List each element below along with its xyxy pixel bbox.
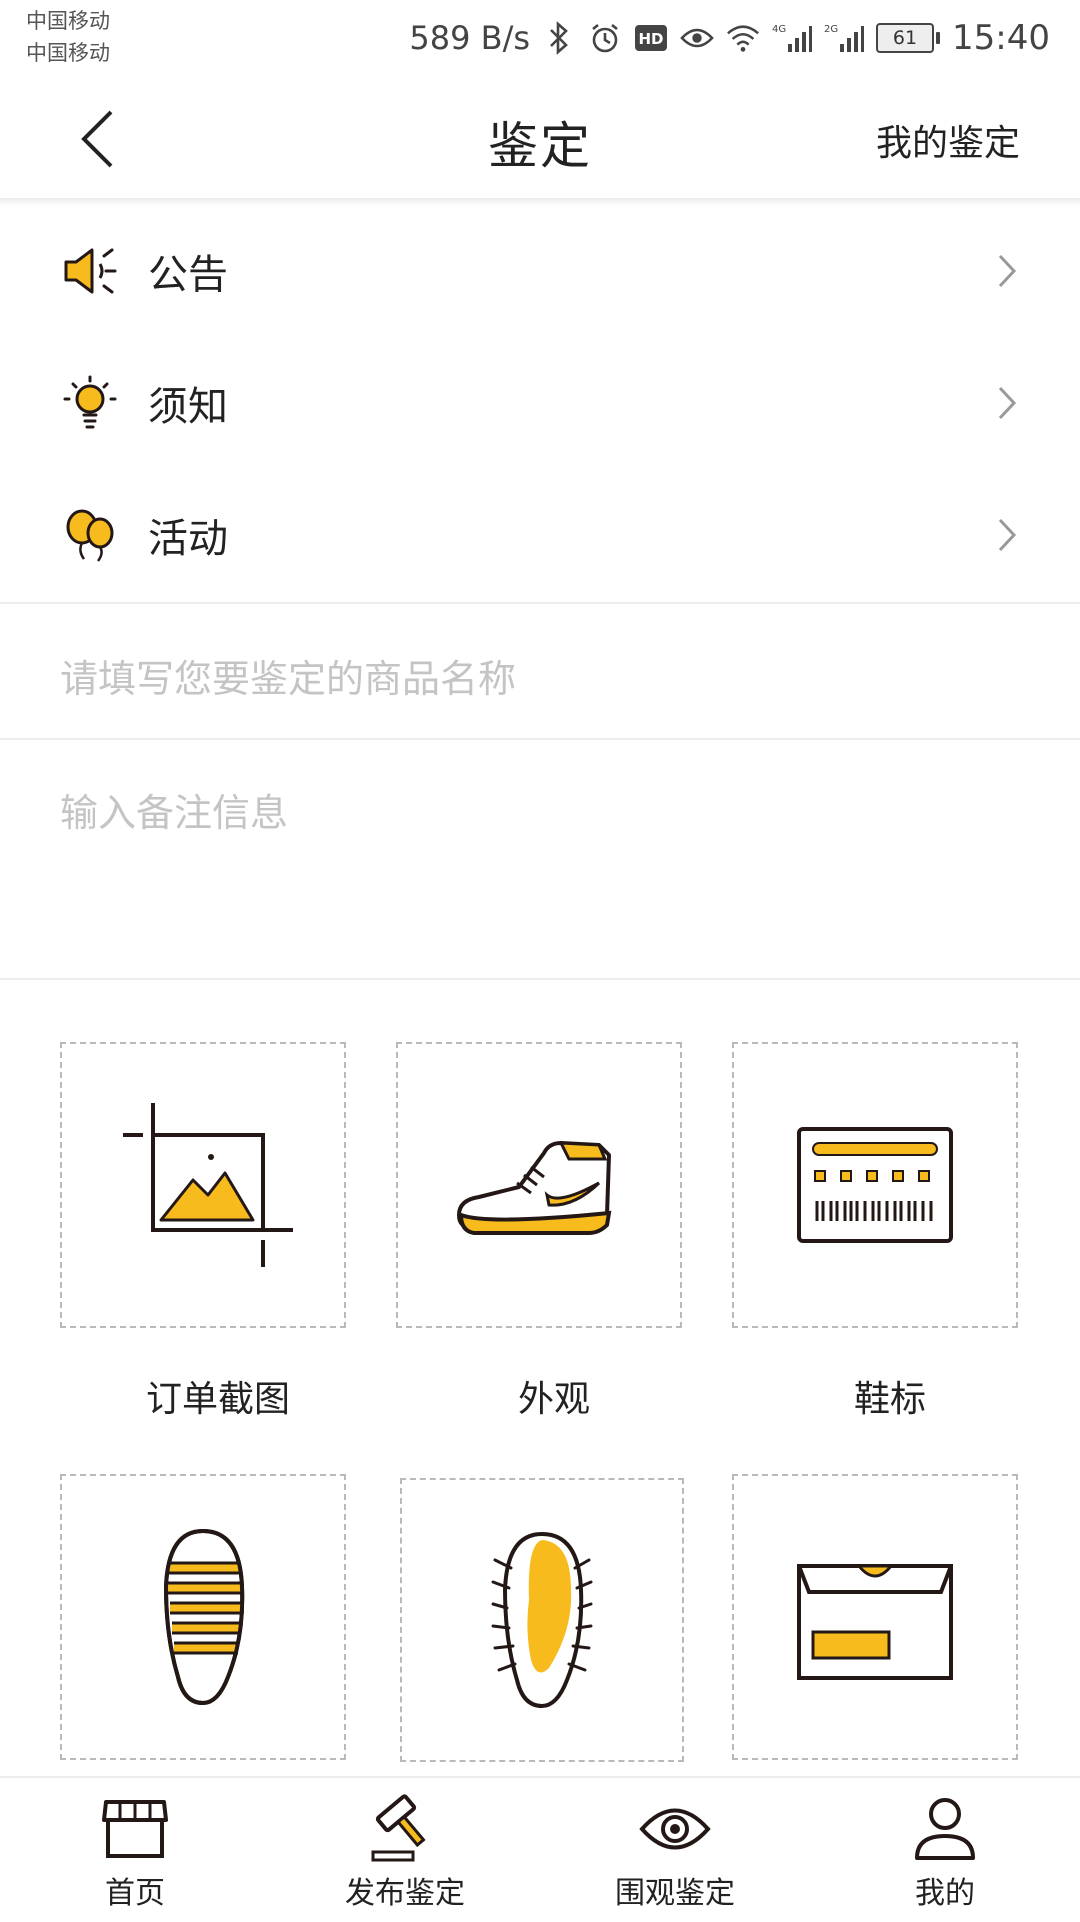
- divider: [0, 978, 1080, 980]
- upload-insole[interactable]: [400, 1478, 684, 1762]
- bluetooth-icon: [542, 21, 576, 55]
- shoe-sole-icon: [163, 1528, 245, 1706]
- screenshot-crop-icon: [123, 1103, 293, 1267]
- menu-label-activity: 活动: [148, 516, 228, 562]
- nav-bar: 鉴定 我的鉴定: [0, 78, 1080, 198]
- menu-label-announcement: 公告: [148, 252, 228, 298]
- tab-label-home: 首页: [105, 1876, 165, 1911]
- signal-2g-icon: 2G: [824, 21, 865, 55]
- balloons-icon: [60, 505, 120, 565]
- upload-shoebox[interactable]: [732, 1474, 1018, 1760]
- tab-label-watch-appraisals: 围观鉴定: [615, 1876, 735, 1911]
- user-icon: [905, 1794, 985, 1864]
- upload-label-order-screenshot: 订单截图: [145, 1379, 290, 1420]
- chevron-right-icon: [992, 383, 1022, 423]
- shoebox-icon: [797, 1564, 953, 1680]
- tab-publish-appraisal[interactable]: 发布鉴定: [270, 1778, 540, 1922]
- signal-4g-icon: 4G: [772, 21, 813, 55]
- tab-mine[interactable]: 我的: [810, 1778, 1080, 1922]
- menu-item-announcement[interactable]: 公告: [0, 205, 1080, 337]
- battery-level: 61: [876, 23, 935, 53]
- remark-textarea[interactable]: 输入备注信息: [0, 740, 1080, 978]
- megaphone-icon: [60, 241, 120, 301]
- insole-icon: [491, 1531, 593, 1709]
- clock: 15:40: [952, 18, 1050, 58]
- my-appraisals-link[interactable]: 我的鉴定: [876, 114, 1020, 166]
- sneaker-icon: [457, 1141, 612, 1235]
- tab-label-publish-appraisal: 发布鉴定: [345, 1876, 465, 1911]
- svg-text:HD: HD: [639, 30, 664, 48]
- tab-label-mine: 我的: [915, 1876, 975, 1911]
- chevron-right-icon: [992, 515, 1022, 555]
- tab-bar: 首页 发布鉴定 围观鉴定 我的: [0, 1776, 1080, 1922]
- product-name-input[interactable]: 请填写您要鉴定的商品名称: [0, 604, 1080, 738]
- net-speed: 589 B/s: [409, 19, 531, 57]
- chevron-right-icon: [992, 251, 1022, 291]
- eye-icon: [680, 21, 714, 55]
- status-icons: 589 B/s HD 4G 2G 61 15:40: [409, 12, 1050, 64]
- status-bar: 中国移动 中国移动 589 B/s HD 4G 2G 61 15:40: [0, 0, 1080, 78]
- alarm-icon: [588, 21, 622, 55]
- tab-home[interactable]: 首页: [0, 1778, 270, 1922]
- upload-appearance[interactable]: [396, 1042, 682, 1328]
- gavel-icon: [365, 1794, 445, 1864]
- remark-placeholder: 输入备注信息: [60, 791, 289, 835]
- upload-label-appearance: 外观: [517, 1379, 590, 1420]
- carrier-label-2: 中国移动: [26, 41, 110, 65]
- menu-label-notice: 须知: [148, 384, 228, 430]
- svg-text:4G: 4G: [772, 24, 786, 35]
- lightbulb-icon: [60, 373, 120, 433]
- product-name-placeholder: 请填写您要鉴定的商品名称: [60, 657, 517, 701]
- hd-icon: HD: [634, 21, 668, 55]
- carrier-label-1: 中国移动: [26, 9, 110, 33]
- menu-item-activity[interactable]: 活动: [0, 469, 1080, 601]
- upload-order-screenshot[interactable]: [60, 1042, 346, 1328]
- battery-icon: 61: [876, 23, 941, 53]
- upload-sole[interactable]: [60, 1474, 346, 1760]
- wifi-icon: [726, 21, 760, 55]
- shoe-tag-icon: [797, 1127, 953, 1243]
- svg-text:2G: 2G: [824, 24, 838, 35]
- eye-icon: [635, 1794, 715, 1864]
- upload-label-shoe-tag: 鞋标: [853, 1379, 926, 1420]
- store-icon: [95, 1794, 175, 1864]
- menu-item-notice[interactable]: 须知: [0, 337, 1080, 469]
- tab-watch-appraisals[interactable]: 围观鉴定: [540, 1778, 810, 1922]
- upload-shoe-tag[interactable]: [732, 1042, 1018, 1328]
